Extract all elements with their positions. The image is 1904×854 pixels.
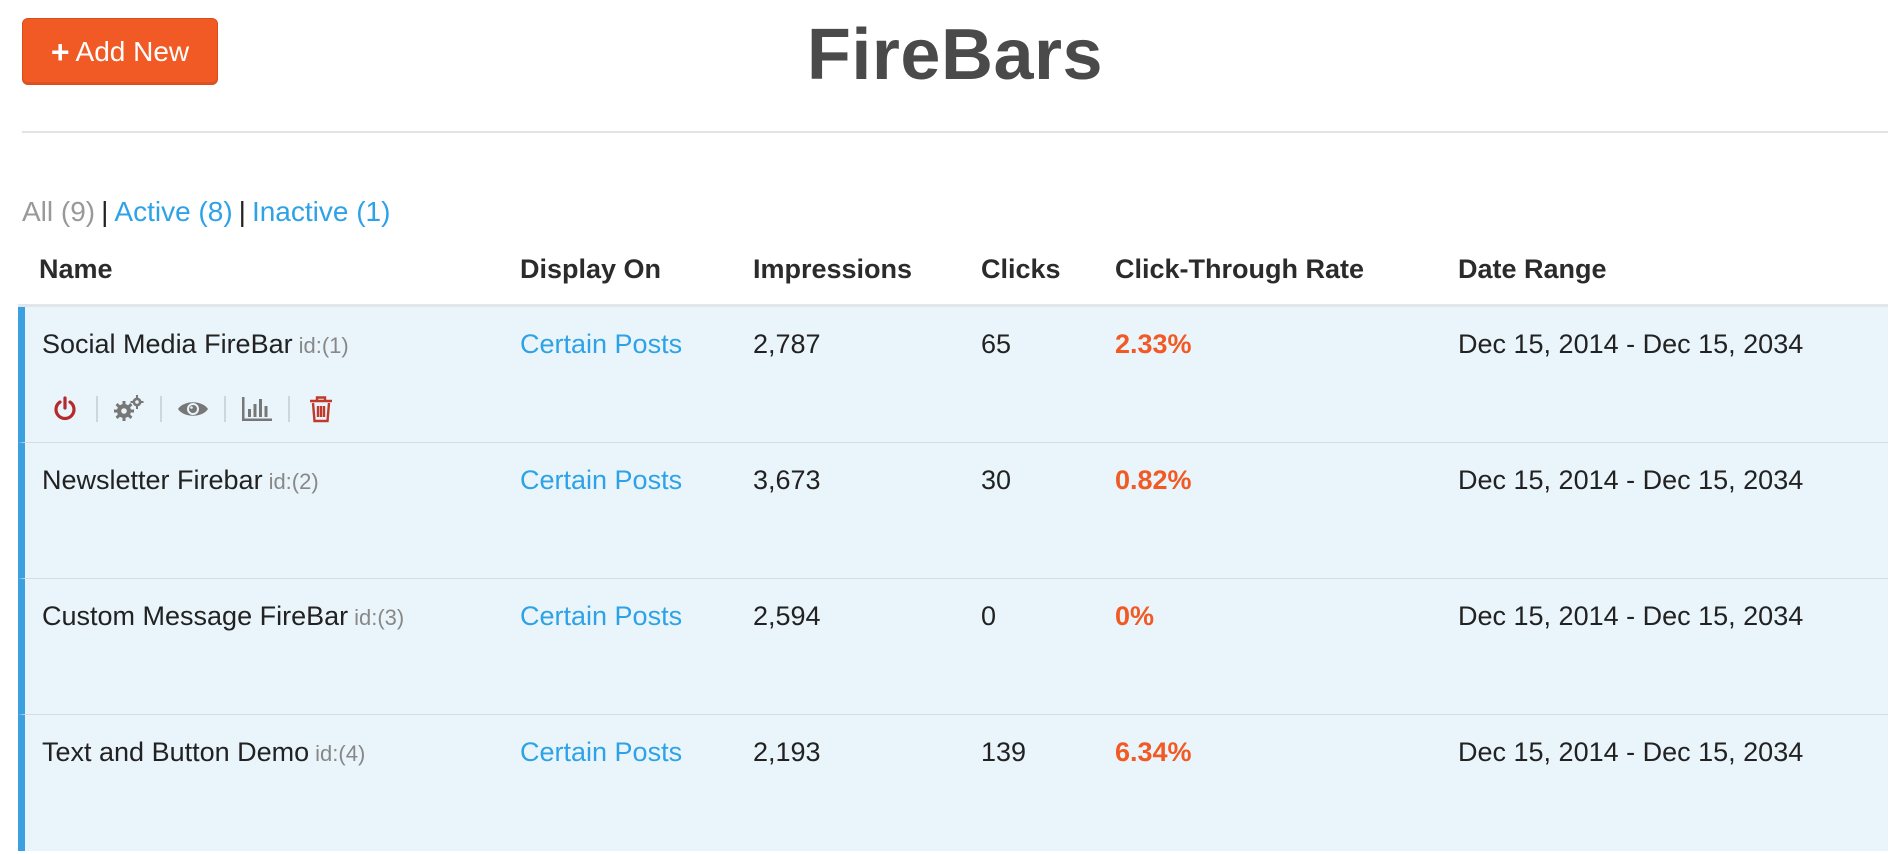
clicks-value: 0 xyxy=(981,601,997,631)
page-title: FireBars xyxy=(806,15,1104,95)
impressions-value: 2,193 xyxy=(753,737,821,767)
firebar-name-cell: Text and Button Demo id:(4) xyxy=(42,737,365,768)
impressions-value: 2,594 xyxy=(753,601,821,631)
firebar-name[interactable]: Text and Button Demo xyxy=(42,737,309,767)
ctr-value: 0.82% xyxy=(1115,465,1192,495)
bar-chart-icon[interactable] xyxy=(239,391,275,427)
firebar-id: id:(2) xyxy=(268,469,319,494)
firebars-table: Name Display On Impressions Clicks Click… xyxy=(18,246,1888,851)
table-row[interactable]: Social Media FireBar id:(1) Certain Posts… xyxy=(18,307,1888,443)
filter-separator: | xyxy=(238,196,246,227)
firebar-name-cell: Custom Message FireBar id:(3) xyxy=(42,601,404,632)
display-on-link[interactable]: Certain Posts xyxy=(520,465,682,496)
clicks-value: 65 xyxy=(981,329,1012,359)
action-divider xyxy=(224,396,226,422)
header: + Add New FireBars xyxy=(22,0,1888,133)
firebar-name[interactable]: Social Media FireBar xyxy=(42,329,293,359)
column-header-clicks[interactable]: Clicks xyxy=(981,254,1061,285)
display-on-link[interactable]: Certain Posts xyxy=(520,329,682,360)
clicks-value: 30 xyxy=(981,465,1012,495)
ctr-value: 0% xyxy=(1115,601,1155,631)
filter-separator: | xyxy=(101,196,109,227)
firebar-name[interactable]: Custom Message FireBar xyxy=(42,601,348,631)
action-divider xyxy=(160,396,162,422)
column-header-name[interactable]: Name xyxy=(39,254,113,285)
power-icon[interactable] xyxy=(47,391,83,427)
firebar-id: id:(3) xyxy=(354,605,405,630)
trash-icon[interactable] xyxy=(303,391,339,427)
table-row[interactable]: Text and Button Demo id:(4) Certain Posts… xyxy=(18,715,1888,851)
action-divider xyxy=(288,396,290,422)
ctr-value: 6.34% xyxy=(1115,737,1192,767)
filter-inactive[interactable]: Inactive (1) xyxy=(252,196,391,227)
date-range-value: Dec 15, 2014 - Dec 15, 2034 xyxy=(1458,329,1804,359)
column-header-ctr[interactable]: Click-Through Rate xyxy=(1115,254,1364,285)
clicks-value: 139 xyxy=(981,737,1027,767)
firebar-name-cell: Newsletter Firebar id:(2) xyxy=(42,465,319,496)
firebar-id: id:(1) xyxy=(298,333,349,358)
table-row[interactable]: Custom Message FireBar id:(3) Certain Pos… xyxy=(18,579,1888,715)
action-divider xyxy=(96,396,98,422)
filter-all[interactable]: All (9) xyxy=(22,196,95,227)
eye-icon[interactable] xyxy=(175,391,211,427)
column-header-impressions[interactable]: Impressions xyxy=(753,254,912,285)
page: + Add New FireBars All (9) | Active (8) | In… xyxy=(0,0,1904,854)
date-range-value: Dec 15, 2014 - Dec 15, 2034 xyxy=(1458,601,1804,631)
column-header-date-range[interactable]: Date Range xyxy=(1458,254,1607,285)
impressions-value: 3,673 xyxy=(753,465,821,495)
row-actions xyxy=(47,391,339,427)
date-range-value: Dec 15, 2014 - Dec 15, 2034 xyxy=(1458,737,1804,767)
display-on-link[interactable]: Certain Posts xyxy=(520,737,682,768)
table-row[interactable]: Newsletter Firebar id:(2) Certain Posts 3… xyxy=(18,443,1888,579)
date-range-value: Dec 15, 2014 - Dec 15, 2034 xyxy=(1458,465,1804,495)
display-on-link[interactable]: Certain Posts xyxy=(520,601,682,632)
table-header: Name Display On Impressions Clicks Click… xyxy=(18,246,1888,307)
firebar-id: id:(4) xyxy=(315,741,366,766)
impressions-value: 2,787 xyxy=(753,329,821,359)
gears-icon[interactable] xyxy=(111,391,147,427)
firebar-name-cell: Social Media FireBar id:(1) xyxy=(42,329,349,360)
firebar-name[interactable]: Newsletter Firebar xyxy=(42,465,263,495)
ctr-value: 2.33% xyxy=(1115,329,1192,359)
status-filters: All (9) | Active (8) | Inactive (1) xyxy=(22,196,390,228)
column-header-display-on[interactable]: Display On xyxy=(520,254,661,285)
filter-active[interactable]: Active (8) xyxy=(114,196,232,227)
